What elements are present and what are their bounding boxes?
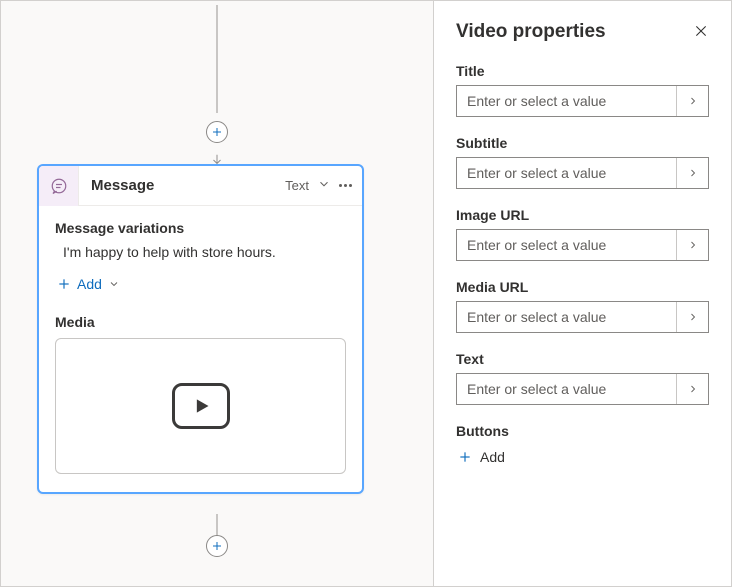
subtitle-input[interactable] xyxy=(457,158,676,188)
chevron-right-icon xyxy=(687,239,699,251)
more-options-button[interactable] xyxy=(339,184,352,187)
message-node[interactable]: Message Text Message variations I'm happ… xyxy=(37,164,364,494)
media-label: Media xyxy=(55,314,346,330)
variations-label: Message variations xyxy=(55,220,346,236)
image-url-label: Image URL xyxy=(456,207,709,223)
title-picker-button[interactable] xyxy=(676,86,708,116)
subtitle-combo[interactable] xyxy=(456,157,709,189)
subtitle-picker-button[interactable] xyxy=(676,158,708,188)
chevron-right-icon xyxy=(687,311,699,323)
text-input[interactable] xyxy=(457,374,676,404)
title-input[interactable] xyxy=(457,86,676,116)
chevron-right-icon xyxy=(687,383,699,395)
message-icon xyxy=(39,166,79,206)
chevron-right-icon xyxy=(687,167,699,179)
media-url-input[interactable] xyxy=(457,302,676,332)
image-url-input[interactable] xyxy=(457,230,676,260)
chevron-down-icon[interactable] xyxy=(317,177,331,194)
chevron-right-icon xyxy=(687,95,699,107)
title-combo[interactable] xyxy=(456,85,709,117)
add-button-label: Add xyxy=(480,449,505,465)
add-node-button[interactable] xyxy=(206,535,228,557)
close-icon xyxy=(693,23,709,39)
image-url-combo[interactable] xyxy=(456,229,709,261)
variation-text[interactable]: I'm happy to help with store hours. xyxy=(63,244,346,260)
add-variation-button[interactable]: Add xyxy=(55,272,122,296)
add-button-action[interactable]: Add xyxy=(456,445,709,469)
close-button[interactable] xyxy=(693,23,709,42)
plus-icon xyxy=(458,450,472,464)
plus-icon xyxy=(211,126,223,138)
subtitle-label: Subtitle xyxy=(456,135,709,151)
node-header: Message Text xyxy=(39,166,362,206)
plus-icon xyxy=(57,277,71,291)
authoring-canvas[interactable]: Message Text Message variations I'm happ… xyxy=(1,1,433,586)
node-type-label[interactable]: Text xyxy=(285,178,309,193)
text-picker-button[interactable] xyxy=(676,374,708,404)
chevron-down-icon xyxy=(108,278,120,290)
media-url-label: Media URL xyxy=(456,279,709,295)
text-combo[interactable] xyxy=(456,373,709,405)
media-url-picker-button[interactable] xyxy=(676,302,708,332)
add-node-button[interactable] xyxy=(206,121,228,143)
media-thumbnail[interactable] xyxy=(55,338,346,474)
properties-panel: Video properties Title Subtitle Image UR… xyxy=(433,1,731,586)
image-url-picker-button[interactable] xyxy=(676,230,708,260)
play-icon xyxy=(172,383,230,429)
media-url-combo[interactable] xyxy=(456,301,709,333)
plus-icon xyxy=(211,540,223,552)
panel-title: Video properties xyxy=(456,21,606,43)
text-label: Text xyxy=(456,351,709,367)
edge-line xyxy=(216,5,218,113)
node-title: Message xyxy=(79,177,285,194)
title-label: Title xyxy=(456,63,709,79)
buttons-label: Buttons xyxy=(456,423,709,439)
add-variation-label: Add xyxy=(77,276,102,292)
